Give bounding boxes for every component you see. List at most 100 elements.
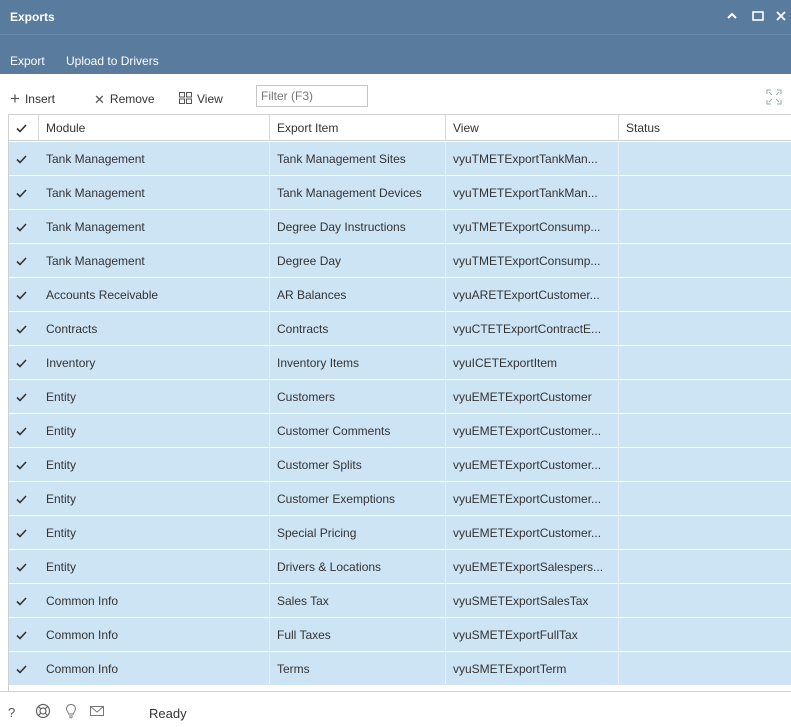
cell-status — [619, 448, 791, 482]
cell-view: vyuTMETExportConsump... — [446, 210, 619, 244]
table-row[interactable]: Tank Management Degree Day Instructions vy… — [9, 210, 791, 244]
column-header-status[interactable]: Status — [619, 115, 791, 141]
cell-view: vyuEMETExportCustomer... — [446, 482, 619, 516]
cell-export-item: Tank Management Devices — [270, 176, 446, 210]
plus-icon: + — [10, 89, 20, 108]
cell-export-item: Tank Management Sites — [270, 142, 446, 176]
cell-status — [619, 210, 791, 244]
grid-header: Module Export Item View Status — [9, 115, 791, 141]
cell-status — [619, 482, 791, 516]
cell-status — [619, 584, 791, 618]
cell-module: Tank Management — [39, 142, 270, 176]
cell-view: vyuSMETExportTerm — [446, 652, 619, 686]
table-row[interactable]: Tank Management Tank Management Devices vy… — [9, 176, 791, 210]
cell-view: vyuICETExportItem — [446, 346, 619, 380]
cell-export-item: Terms — [270, 652, 446, 686]
cell-export-item: Customers — [270, 380, 446, 414]
maximize-icon[interactable] — [748, 6, 768, 26]
view-button[interactable]: View — [179, 92, 223, 106]
row-checkbox[interactable] — [15, 391, 28, 404]
menu-upload-to-drivers[interactable]: Upload to Drivers — [66, 54, 159, 68]
expand-icon[interactable] — [766, 89, 782, 105]
grid-toolbar: + Insert ✕ Remove View — [0, 74, 791, 114]
row-checkbox[interactable] — [15, 629, 28, 642]
cell-view: vyuTMETExportTankMan... — [446, 176, 619, 210]
cell-status — [619, 244, 791, 278]
window-title: Exports — [10, 10, 55, 24]
cell-module: Common Info — [39, 584, 270, 618]
cell-module: Accounts Receivable — [39, 278, 270, 312]
table-row[interactable]: Inventory Inventory Items vyuICETExportIte… — [9, 346, 791, 380]
table-row[interactable]: Common Info Sales Tax vyuSMETExportSalesTa… — [9, 584, 791, 618]
close-icon[interactable] — [775, 6, 791, 26]
table-row[interactable]: Accounts Receivable AR Balances vyuARETExp… — [9, 278, 791, 312]
cell-module: Entity — [39, 414, 270, 448]
cell-module: Entity — [39, 448, 270, 482]
row-checkbox[interactable] — [15, 493, 28, 506]
cell-export-item: Customer Exemptions — [270, 482, 446, 516]
cell-status — [619, 618, 791, 652]
cell-export-item: Contracts — [270, 312, 446, 346]
cell-status — [619, 414, 791, 448]
cell-status — [619, 380, 791, 414]
table-row[interactable]: Entity Customer Splits vyuEMETExportCustom… — [9, 448, 791, 482]
mail-icon[interactable] — [89, 703, 105, 719]
row-checkbox[interactable] — [15, 459, 28, 472]
remove-x-icon: ✕ — [94, 91, 105, 107]
cell-export-item: Drivers & Locations — [270, 550, 446, 584]
row-checkbox[interactable] — [15, 289, 28, 302]
column-header-module[interactable]: Module — [39, 115, 270, 141]
table-row[interactable]: Entity Special Pricing vyuEMETExportCustom… — [9, 516, 791, 550]
support-icon[interactable] — [35, 703, 51, 719]
select-all-checkbox[interactable] — [9, 115, 39, 141]
window-title-bar: Exports — [0, 0, 791, 34]
row-checkbox[interactable] — [15, 357, 28, 370]
cell-view: vyuCTETExportContractE... — [446, 312, 619, 346]
menu-bar: Export Upload to Drivers — [0, 34, 791, 74]
insert-label: Insert — [24, 91, 55, 106]
cell-export-item: Customer Comments — [270, 414, 446, 448]
table-row[interactable]: Entity Drivers & Locations vyuEMETExportSa… — [9, 550, 791, 584]
table-row[interactable]: Common Info Terms vyuSMETExportTerm — [9, 652, 791, 686]
cell-export-item: Degree Day — [270, 244, 446, 278]
cell-module: Tank Management — [39, 176, 270, 210]
row-checkbox[interactable] — [15, 153, 28, 166]
table-row[interactable]: Tank Management Degree Day vyuTMETExportCo… — [9, 244, 791, 278]
row-checkbox[interactable] — [15, 663, 28, 676]
table-row[interactable]: Common Info Full Taxes vyuSMETExportFullTa… — [9, 618, 791, 652]
table-row[interactable]: Tank Management Tank Management Sites vyuT… — [9, 142, 791, 176]
column-header-export-item[interactable]: Export Item — [270, 115, 446, 141]
cell-module: Common Info — [39, 652, 270, 686]
cell-view: vyuTMETExportTankMan... — [446, 142, 619, 176]
row-checkbox[interactable] — [15, 527, 28, 540]
cell-view: vyuARETExportCustomer... — [446, 278, 619, 312]
row-checkbox[interactable] — [15, 221, 28, 234]
help-icon[interactable]: ? — [8, 705, 24, 721]
row-checkbox[interactable] — [15, 255, 28, 268]
cell-view: vyuSMETExportFullTax — [446, 618, 619, 652]
table-row[interactable]: Entity Customers vyuEMETExportCustomer — [9, 380, 791, 414]
cell-view: vyuEMETExportCustomer... — [446, 516, 619, 550]
row-checkbox[interactable] — [15, 425, 28, 438]
table-row[interactable]: Entity Customer Exemptions vyuEMETExportCu… — [9, 482, 791, 516]
status-text: Ready — [149, 706, 187, 721]
cell-view: vyuTMETExportConsump... — [446, 244, 619, 278]
remove-button[interactable]: ✕ Remove — [94, 92, 155, 106]
cell-module: Tank Management — [39, 210, 270, 244]
row-checkbox[interactable] — [15, 187, 28, 200]
row-checkbox[interactable] — [15, 561, 28, 574]
cell-status — [619, 346, 791, 380]
cell-export-item: Degree Day Instructions — [270, 210, 446, 244]
chevron-up-icon[interactable] — [722, 6, 742, 26]
filter-input[interactable] — [256, 85, 368, 107]
grid-view-icon — [179, 92, 192, 106]
idea-bulb-icon[interactable] — [63, 703, 79, 719]
table-row[interactable]: Entity Customer Comments vyuEMETExportCust… — [9, 414, 791, 448]
row-checkbox[interactable] — [15, 595, 28, 608]
cell-export-item: Inventory Items — [270, 346, 446, 380]
column-header-view[interactable]: View — [446, 115, 619, 141]
insert-button[interactable]: + Insert — [10, 90, 55, 107]
table-row[interactable]: Contracts Contracts vyuCTETExportContractE… — [9, 312, 791, 346]
menu-export[interactable]: Export — [10, 54, 45, 68]
row-checkbox[interactable] — [15, 323, 28, 336]
